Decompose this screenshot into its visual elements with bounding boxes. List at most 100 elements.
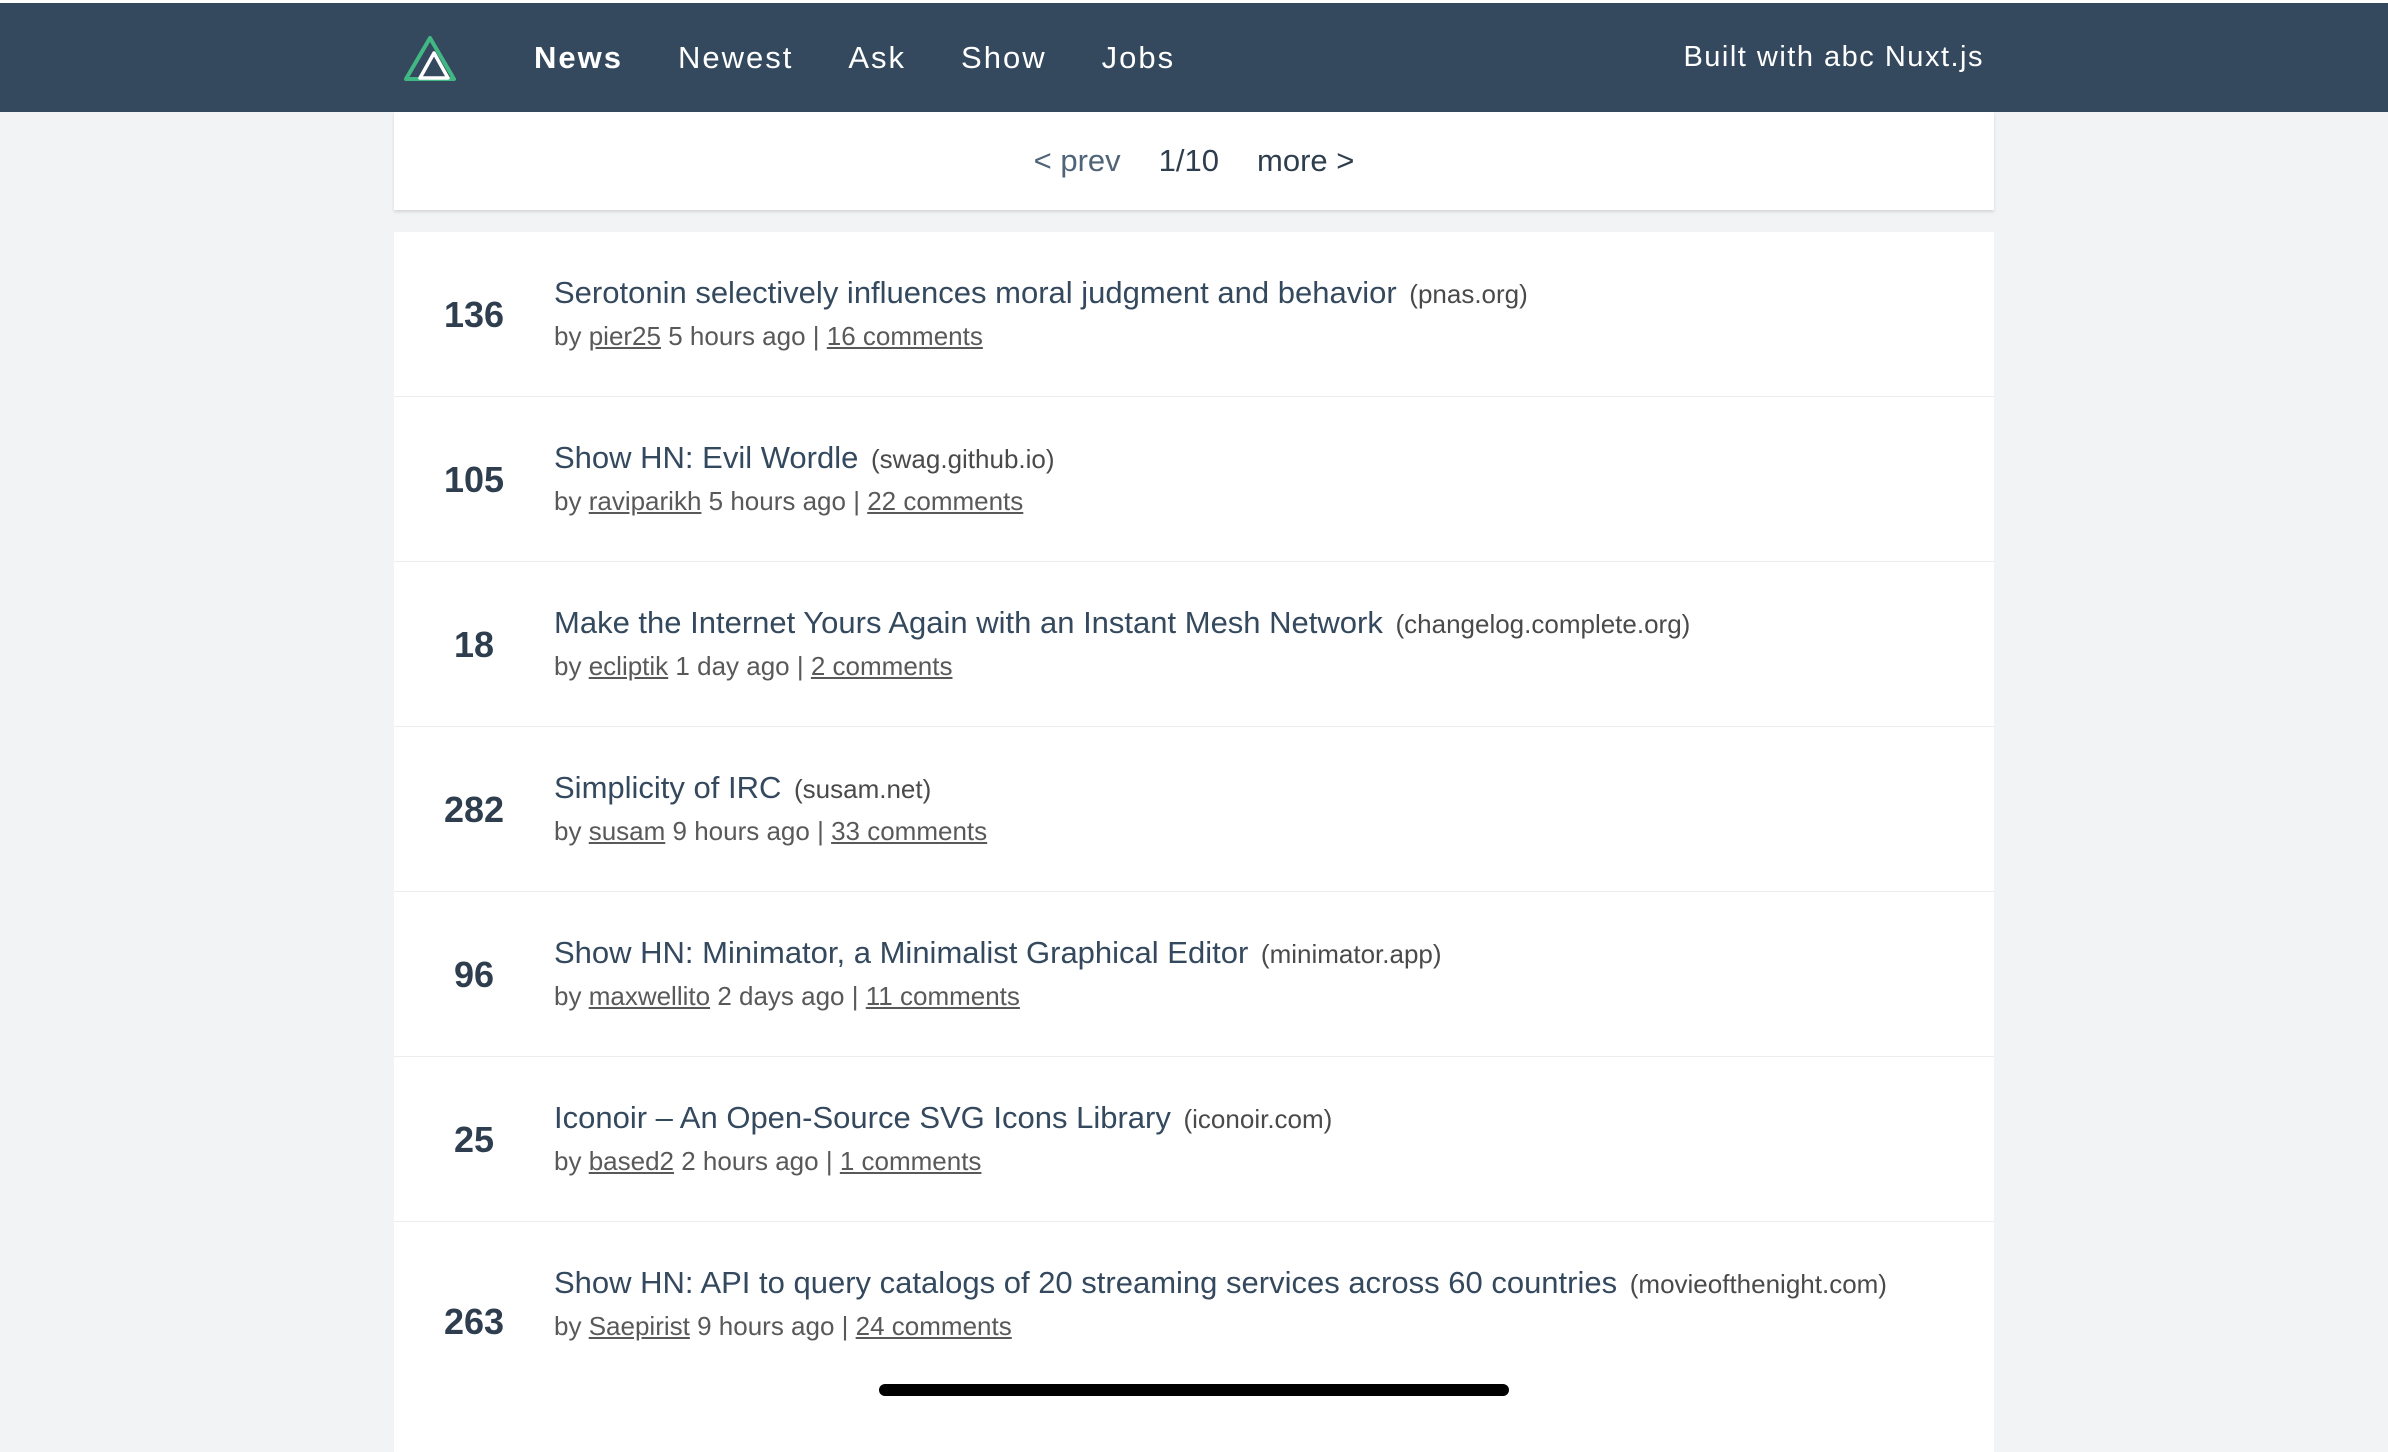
item-time: 9 hours ago (672, 816, 810, 846)
item-user-link[interactable]: Saepirist (589, 1311, 690, 1341)
item-time: 9 hours ago (697, 1311, 835, 1341)
item-meta: by based2 2 hours ago | 1 comments (554, 1140, 1954, 1182)
item-title-link[interactable]: Show HN: Evil Wordle (554, 440, 858, 475)
pagination: < prev 1/10 more > (394, 112, 1994, 210)
item-by-label: by (554, 651, 582, 681)
item-user-link[interactable]: pier25 (589, 321, 661, 351)
item-title-line: Show HN: Evil Wordle (swag.github.io) (554, 437, 1954, 480)
item-by-label: by (554, 981, 582, 1011)
item-title-line: Show HN: API to query catalogs of 20 str… (554, 1262, 1954, 1305)
news-item: 263 Show HN: API to query catalogs of 20… (394, 1222, 1994, 1452)
item-separator: | (796, 651, 804, 681)
item-host: (pnas.org) (1409, 279, 1528, 309)
item-content: Show HN: API to query catalogs of 20 str… (554, 1262, 1954, 1347)
item-meta: by raviparikh 5 hours ago | 22 comments (554, 480, 1954, 522)
news-item: 282 Simplicity of IRC (susam.net) by sus… (394, 727, 1994, 892)
nav-show[interactable]: Show (961, 40, 1047, 76)
header-bar: News Newest Ask Show Jobs Built with abc… (0, 3, 2388, 112)
home-indicator[interactable] (879, 1384, 1509, 1396)
item-meta: by susam 9 hours ago | 33 comments (554, 810, 1954, 852)
item-separator: | (853, 486, 860, 516)
item-time: 1 day ago (675, 651, 790, 681)
item-comments-link[interactable]: 16 comments (827, 321, 983, 351)
item-comments-link[interactable]: 1 comments (840, 1146, 982, 1176)
item-title-line: Make the Internet Yours Again with an In… (554, 602, 1954, 645)
next-page-link[interactable]: more > (1257, 143, 1354, 179)
built-with-link[interactable]: Built with abc Nuxt.js (1683, 3, 1984, 112)
nav-ask[interactable]: Ask (848, 40, 906, 76)
item-comments-link[interactable]: 2 comments (811, 651, 953, 681)
item-comments-link[interactable]: 11 comments (866, 981, 1020, 1011)
item-score: 25 (453, 1119, 495, 1160)
item-title-line: Iconoir – An Open-Source SVG Icons Libra… (554, 1097, 1954, 1140)
item-title-line: Simplicity of IRC (susam.net) (554, 767, 1954, 810)
item-host: (iconoir.com) (1183, 1104, 1333, 1134)
item-content: Serotonin selectively influences moral j… (554, 272, 1954, 357)
item-title-link[interactable]: Iconoir – An Open-Source SVG Icons Libra… (554, 1100, 1171, 1135)
main-nav: News Newest Ask Show Jobs (534, 3, 1230, 112)
item-title-link[interactable]: Show HN: Minimator, a Minimalist Graphic… (554, 935, 1248, 970)
item-score: 105 (443, 459, 505, 500)
item-user-link[interactable]: ecliptik (589, 651, 668, 681)
item-meta: by ecliptik 1 day ago | 2 comments (554, 645, 1954, 687)
item-separator: | (851, 981, 859, 1011)
item-title-link[interactable]: Serotonin selectively influences moral j… (554, 275, 1397, 310)
item-score: 263 (443, 1301, 505, 1342)
item-user-link[interactable]: raviparikh (589, 486, 702, 516)
item-title-line: Show HN: Minimator, a Minimalist Graphic… (554, 932, 1954, 975)
news-item: 18 Make the Internet Yours Again with an… (394, 562, 1994, 727)
news-item: 96 Show HN: Minimator, a Minimalist Grap… (394, 892, 1994, 1057)
nuxt-triangle-icon[interactable] (404, 35, 456, 81)
page-counter: 1/10 (1158, 143, 1219, 178)
item-score: 136 (443, 294, 505, 335)
news-item: 105 Show HN: Evil Wordle (swag.github.io… (394, 397, 1994, 562)
item-content: Show HN: Evil Wordle (swag.github.io) by… (554, 437, 1954, 522)
news-list: 136 Serotonin selectively influences mor… (394, 232, 1994, 1452)
item-by-label: by (554, 816, 582, 846)
item-time: 2 days ago (717, 981, 845, 1011)
item-score: 96 (453, 954, 495, 995)
header-inner: News Newest Ask Show Jobs Built with abc… (394, 3, 1994, 112)
item-separator: | (841, 1311, 849, 1341)
item-meta: by maxwellito 2 days ago | 11 comments (554, 975, 1954, 1017)
item-separator: | (812, 321, 820, 351)
item-host: (changelog.complete.org) (1395, 609, 1691, 639)
item-user-link[interactable]: maxwellito (589, 981, 710, 1011)
item-host: (swag.github.io) (870, 444, 1055, 474)
item-score: 282 (443, 789, 505, 830)
item-meta: by Saepirist 9 hours ago | 24 comments (554, 1305, 1954, 1347)
prev-page-link[interactable]: < prev (1034, 143, 1121, 179)
item-by-label: by (554, 321, 582, 351)
news-item: 25 Iconoir – An Open-Source SVG Icons Li… (394, 1057, 1994, 1222)
news-item: 136 Serotonin selectively influences mor… (394, 232, 1994, 397)
item-content: Show HN: Minimator, a Minimalist Graphic… (554, 932, 1954, 1017)
item-separator: | (825, 1146, 833, 1176)
item-user-link[interactable]: based2 (589, 1146, 674, 1176)
nav-jobs[interactable]: Jobs (1102, 40, 1175, 76)
item-content: Iconoir – An Open-Source SVG Icons Libra… (554, 1097, 1954, 1182)
item-user-link[interactable]: susam (589, 816, 666, 846)
item-comments-link[interactable]: 33 comments (831, 816, 987, 846)
item-by-label: by (554, 1311, 582, 1341)
item-host: (movieofthenight.com) (1629, 1269, 1887, 1299)
item-content: Simplicity of IRC (susam.net) by susam 9… (554, 767, 1954, 852)
item-title-link[interactable]: Show HN: API to query catalogs of 20 str… (554, 1265, 1617, 1300)
item-comments-link[interactable]: 24 comments (856, 1311, 1012, 1341)
item-meta: by pier25 5 hours ago | 16 comments (554, 315, 1954, 357)
item-by-label: by (554, 486, 582, 516)
item-comments-link[interactable]: 22 comments (867, 486, 1023, 516)
item-title-link[interactable]: Simplicity of IRC (554, 770, 781, 805)
item-time: 5 hours ago (708, 486, 846, 516)
nav-news[interactable]: News (534, 40, 623, 76)
item-content: Make the Internet Yours Again with an In… (554, 602, 1954, 687)
item-separator: | (817, 816, 824, 846)
item-score: 18 (453, 624, 495, 665)
item-time: 2 hours ago (681, 1146, 819, 1176)
item-host: (minimator.app) (1260, 939, 1442, 969)
item-title-line: Serotonin selectively influences moral j… (554, 272, 1954, 315)
item-title-link[interactable]: Make the Internet Yours Again with an In… (554, 605, 1383, 640)
item-time: 5 hours ago (668, 321, 806, 351)
nav-newest[interactable]: Newest (678, 40, 793, 76)
item-by-label: by (554, 1146, 582, 1176)
item-host: (susam.net) (794, 774, 932, 804)
